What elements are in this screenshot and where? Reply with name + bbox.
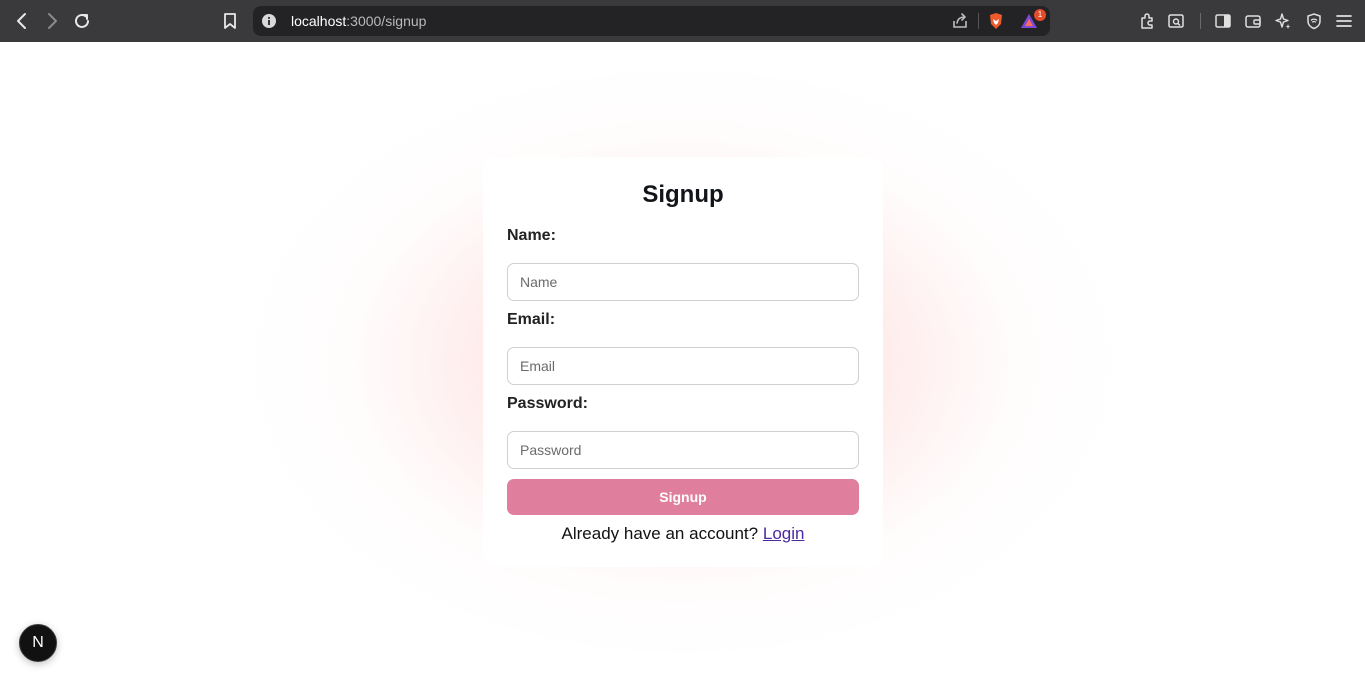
name-input[interactable] (507, 263, 859, 301)
rewards-badge: 1 (1034, 9, 1046, 21)
nextjs-logo-letter: N (32, 634, 44, 651)
extensions-icon[interactable] (1136, 10, 1158, 32)
back-icon[interactable] (10, 9, 34, 33)
page-search-icon[interactable] (1165, 10, 1187, 32)
url-text[interactable]: localhost:3000/signup (291, 13, 426, 29)
toolbar-divider (1200, 13, 1201, 29)
page-title: Signup (642, 181, 724, 208)
bookmark-icon[interactable] (218, 9, 242, 33)
email-label: Email: (507, 311, 556, 328)
nextjs-dev-indicator[interactable]: N (19, 624, 57, 662)
login-link[interactable]: Login (763, 524, 805, 543)
page-background: Signup Name: Email: Password: Signup Alr… (0, 42, 1365, 678)
divider (978, 13, 979, 29)
vpn-shield-icon[interactable] (1303, 10, 1325, 32)
address-bar[interactable]: localhost:3000/signup (253, 6, 1050, 36)
menu-icon[interactable] (1333, 10, 1355, 32)
email-input[interactable] (507, 347, 859, 385)
name-label: Name: (507, 227, 556, 244)
signup-card: Signup Name: Email: Password: Signup Alr… (483, 157, 883, 567)
browser-toolbar: localhost:3000/signup 1 (0, 0, 1365, 42)
signup-button[interactable]: Signup (507, 479, 859, 515)
url-path: :3000/signup (346, 13, 427, 29)
reload-icon[interactable] (70, 9, 94, 33)
wallet-icon[interactable] (1242, 10, 1264, 32)
brave-shields-icon[interactable] (986, 11, 1006, 31)
login-prompt-line: Already have an account? Login (483, 524, 883, 544)
url-host: localhost (291, 13, 347, 29)
forward-icon[interactable] (40, 9, 64, 33)
password-input[interactable] (507, 431, 859, 469)
sidebar-icon[interactable] (1212, 10, 1234, 32)
site-info-icon[interactable] (259, 11, 279, 31)
share-icon[interactable] (950, 11, 970, 31)
login-prompt-text: Already have an account? (561, 524, 759, 543)
password-label: Password: (507, 395, 588, 412)
leo-ai-icon[interactable] (1272, 10, 1294, 32)
